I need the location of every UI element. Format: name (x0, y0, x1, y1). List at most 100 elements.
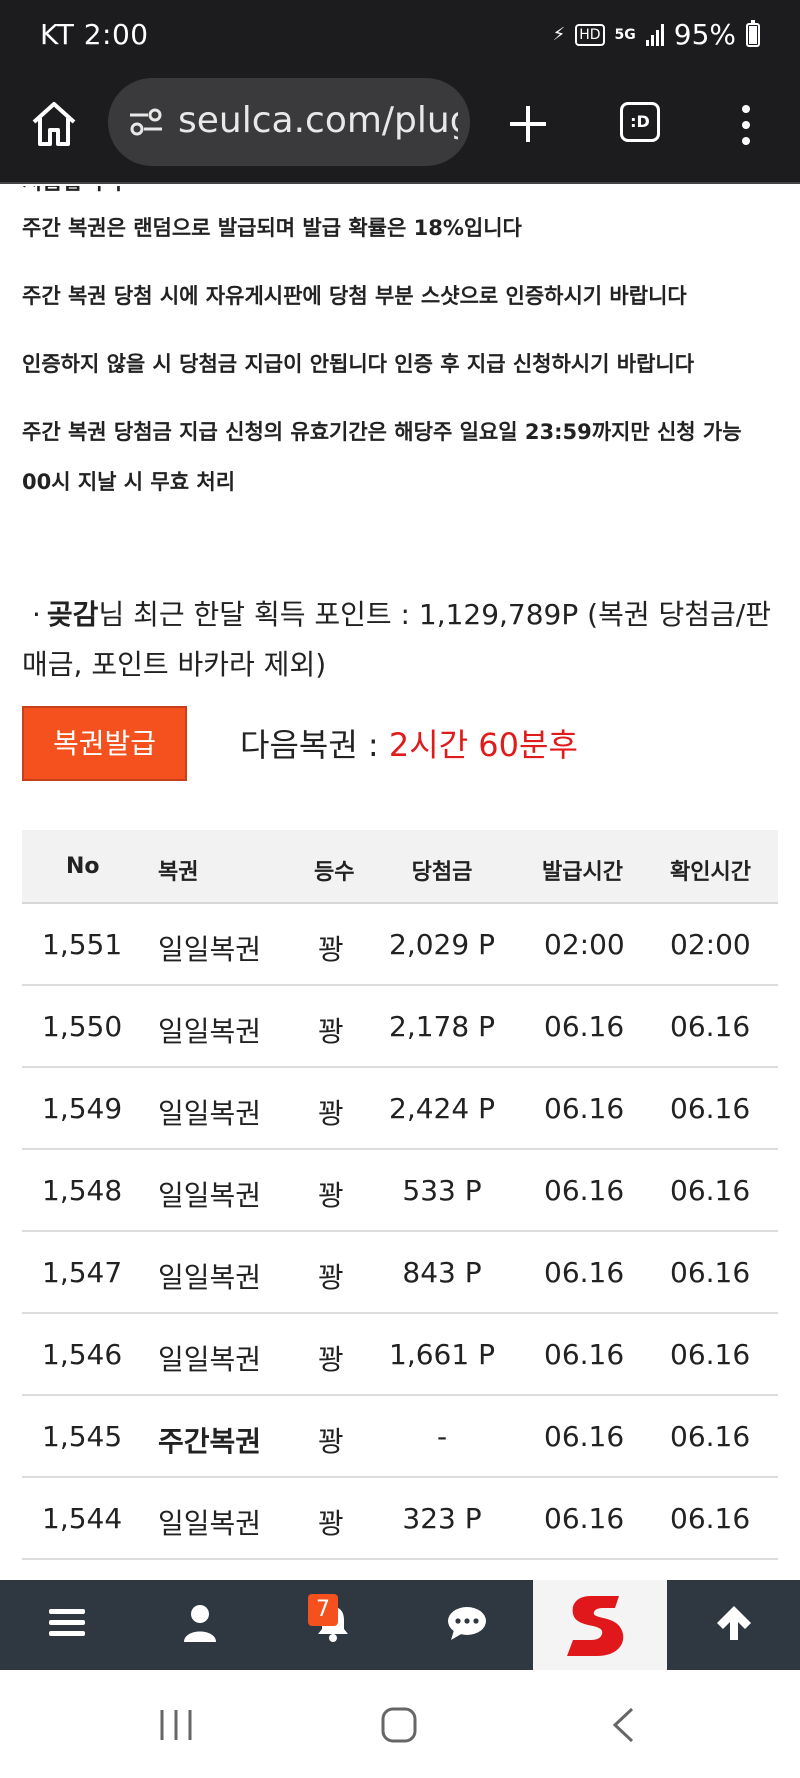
notification-badge: 7 (308, 1594, 338, 1626)
cell-issued: 06.16 (544, 1092, 625, 1125)
status-icons: ⚡ HD 5G 95% (553, 18, 760, 51)
new-tab-icon[interactable] (504, 100, 552, 148)
table-row: 1,547 일일복권 꽝 843 P 06.16 06.16 (22, 1232, 778, 1314)
cell-rank: 꽝 (318, 1425, 344, 1458)
issue-lottery-button[interactable]: 복권발급 (22, 706, 187, 781)
cell-issued: 06.16 (544, 1338, 625, 1371)
cell-checked: 06.16 (670, 1420, 751, 1453)
cell-checked: 06.16 (670, 1256, 751, 1289)
5g-icon: 5G (614, 26, 636, 43)
carrier-time: KT 2:00 (40, 18, 149, 51)
cell-no: 1,545 (42, 1420, 123, 1453)
cell-issued: 06.16 (544, 1174, 625, 1207)
address-bar[interactable]: seulca.com/plug (108, 78, 470, 166)
cell-checked: 06.16 (670, 1502, 751, 1535)
scroll-top-button[interactable] (667, 1580, 800, 1670)
notice-line: 00시 지날 시 무효 처리 (22, 470, 236, 494)
cell-checked: 06.16 (670, 1092, 751, 1125)
site-bottom-nav: 7 (0, 1580, 800, 1670)
cell-no: 1,548 (42, 1174, 123, 1207)
back-nav-icon[interactable] (610, 1706, 636, 1744)
signal-icon (645, 23, 664, 46)
notice-line: 인증하지 않을 시 당첨금 지급이 안됩니다 인증 후 지급 신청하시기 바랍니… (22, 352, 695, 376)
cell-issued: 06.16 (544, 1420, 625, 1453)
cell-issued: 06.16 (544, 1010, 625, 1043)
status-bar: KT 2:00 ⚡ HD 5G 95% (0, 0, 800, 72)
notice-line: 주간 복권은 랜덤으로 발급되며 발급 확률은 18%입니다 (22, 216, 522, 240)
url-text[interactable]: seulca.com/plug (178, 100, 458, 141)
table-row: 1,550 일일복권 꽝 2,178 P 06.16 06.16 (22, 986, 778, 1068)
table-row: 1,546 일일복권 꽝 1,661 P 06.16 06.16 (22, 1314, 778, 1396)
chat-button[interactable] (400, 1580, 533, 1670)
site-logo-button[interactable] (533, 1580, 667, 1670)
battery-percent: 95% (673, 18, 736, 51)
cell-kind: 주간복권 (158, 1425, 262, 1458)
recent-apps-icon[interactable] (158, 1708, 194, 1742)
home-icon[interactable] (28, 98, 80, 150)
cell-checked: 06.16 (670, 1010, 751, 1043)
table-row: 1,544 일일복권 꽝 323 P 06.16 06.16 (22, 1478, 778, 1560)
menu-button[interactable] (0, 1580, 133, 1670)
menu-icon (49, 1609, 85, 1636)
cell-kind: 일일복권 (158, 1097, 262, 1130)
site-logo (567, 1596, 624, 1656)
cell-checked: 06.16 (670, 1174, 751, 1207)
site-settings-icon[interactable] (128, 106, 164, 138)
header-prize: 당첨금 (411, 860, 473, 885)
header-checked: 확인시간 (670, 860, 751, 885)
home-nav-icon[interactable] (380, 1706, 418, 1744)
tabs-button[interactable]: :D (620, 102, 660, 142)
next-lottery-time: 2시간 60분후 (388, 726, 578, 764)
cell-kind: 일일복권 (158, 1261, 262, 1294)
chat-icon (448, 1607, 486, 1640)
cell-prize: 1,661 P (389, 1338, 495, 1371)
cell-no: 1,547 (42, 1256, 123, 1289)
browser-toolbar: seulca.com/plug :D (0, 72, 800, 184)
cell-rank: 꽝 (318, 1261, 344, 1294)
table-row: 1,549 일일복권 꽝 2,424 P 06.16 06.16 (22, 1068, 778, 1150)
cell-prize: 2,178 P (389, 1010, 495, 1043)
cell-rank: 꽝 (318, 1097, 344, 1130)
cell-no: 1,550 (42, 1010, 123, 1043)
user-nickname: 곶감 (46, 598, 99, 631)
header-rank: 등수 (314, 860, 355, 885)
points-text: 님 최근 한달 획득 포인트 : 1,129,789P (복권 당첨금/판매금,… (22, 598, 771, 681)
cell-issued: 06.16 (544, 1502, 625, 1535)
cell-no: 1,546 (42, 1338, 123, 1371)
cell-checked: 02:00 (670, 928, 751, 961)
next-lottery-label: 다음복권 : (240, 726, 389, 764)
cell-prize: 2,424 P (389, 1092, 495, 1125)
cell-issued: 06.16 (544, 1256, 625, 1289)
cell-no: 1,551 (42, 928, 123, 961)
hd-icon: HD (575, 23, 605, 46)
cell-kind: 일일복권 (158, 1015, 262, 1048)
notice-line: 주간 복권 당첨 시에 자유게시판에 당첨 부분 스샷으로 인증하시기 바랍니다 (22, 284, 687, 308)
cell-prize: 843 P (402, 1256, 482, 1289)
cell-kind: 일일복권 (158, 933, 262, 966)
cell-prize: - (436, 1420, 448, 1453)
cell-rank: 꽝 (318, 1015, 344, 1048)
table-body: 1,551 일일복권 꽝 2,029 P 02:00 02:00 1,550 일일복권 꽝 2,1… (22, 904, 778, 1560)
more-menu-icon[interactable] (736, 100, 756, 148)
bullet: · (32, 598, 41, 631)
cell-kind: 일일복권 (158, 1179, 262, 1212)
cell-kind: 일일복권 (158, 1343, 262, 1376)
cell-checked: 06.16 (670, 1338, 751, 1371)
cell-prize: 323 P (402, 1502, 482, 1535)
table-row: 1,548 일일복권 꽝 533 P 06.16 06.16 (22, 1150, 778, 1232)
table-row: 1,551 일일복권 꽝 2,029 P 02:00 02:00 (22, 904, 778, 986)
android-nav-bar (0, 1670, 800, 1778)
next-lottery: 다음복권 : 2시간 60분후 (240, 720, 578, 766)
notice-line: 주간 복권 당첨금 지급 신청의 유효기간은 해당주 일요일 23:59까지만 … (22, 420, 742, 444)
battery-icon (746, 19, 760, 47)
page-content: 지급합니다 주간 복권은 랜덤으로 발급되며 발급 확률은 18%입니다 주간 … (0, 186, 800, 1580)
header-kind: 복권 (158, 860, 199, 885)
header-no: No (66, 854, 100, 879)
profile-button[interactable] (133, 1580, 266, 1670)
battery-saver-icon: ⚡ (552, 23, 566, 45)
header-issued: 발급시간 (542, 860, 623, 885)
cell-rank: 꽝 (318, 933, 344, 966)
table-header: No 복권 등수 당첨금 발급시간 확인시간 (22, 830, 778, 904)
cell-no: 1,549 (42, 1092, 123, 1125)
arrow-up-icon (717, 1606, 751, 1640)
